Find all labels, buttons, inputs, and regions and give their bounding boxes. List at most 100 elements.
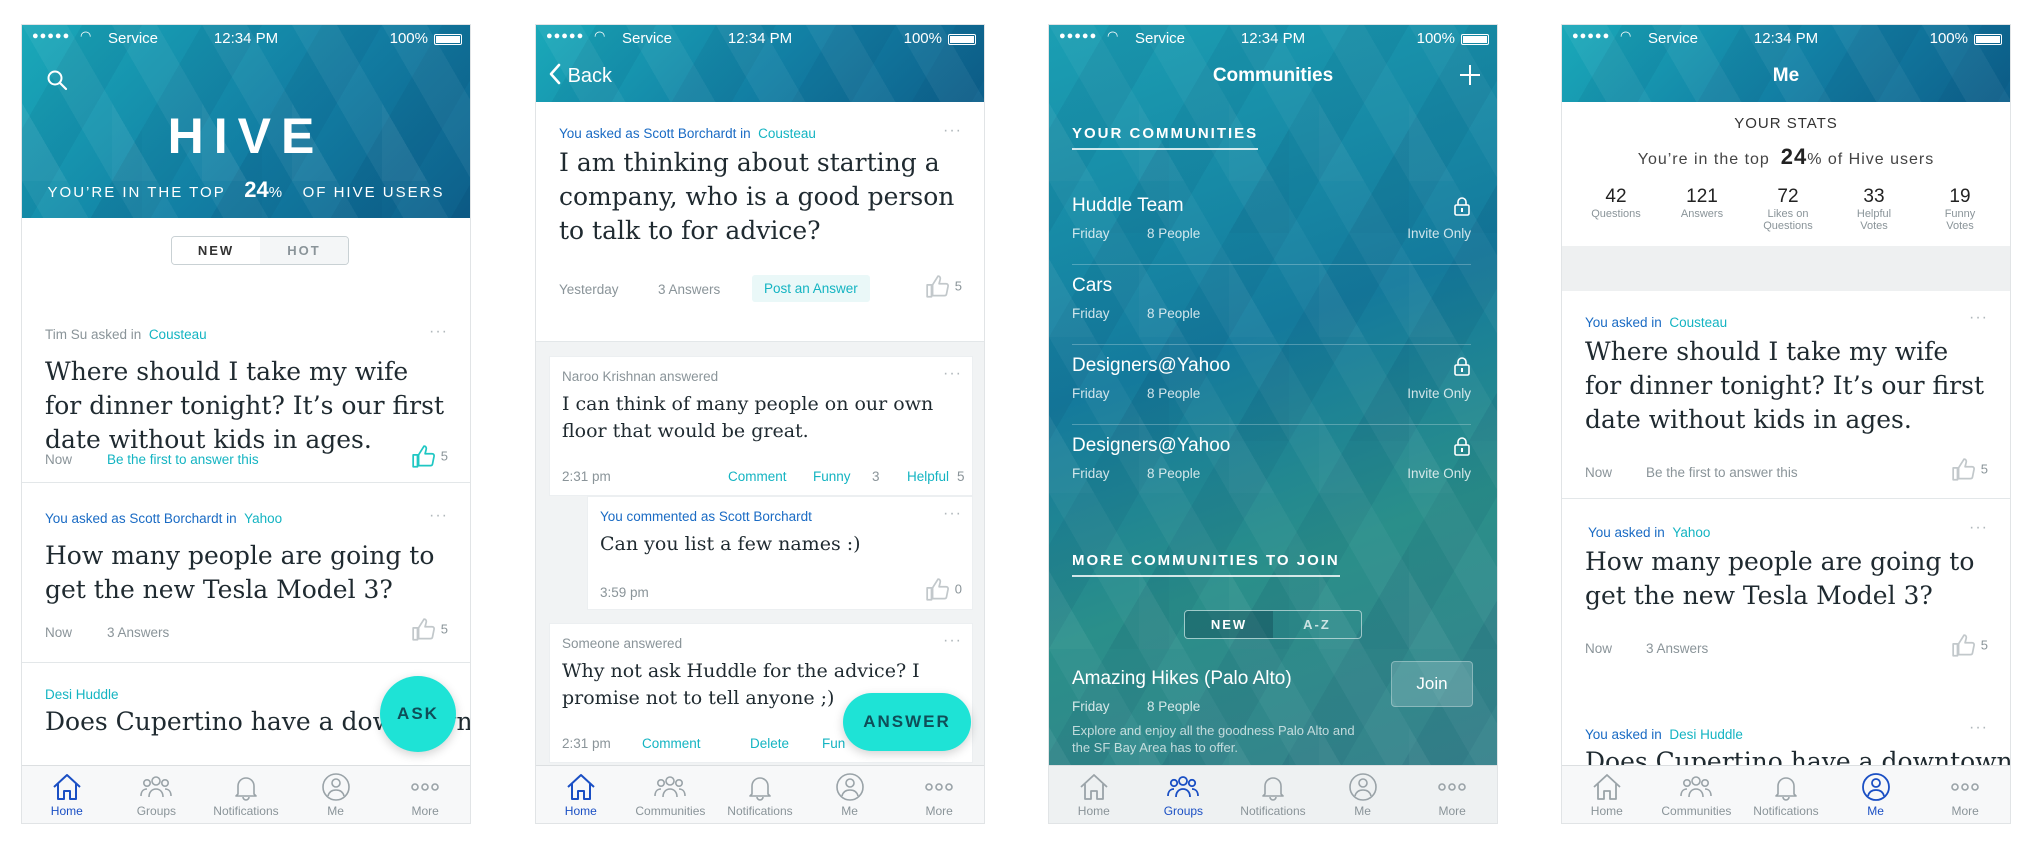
tab-me[interactable]: Me	[291, 766, 381, 823]
home-icon	[567, 774, 595, 800]
tab-home[interactable]: Home	[22, 766, 112, 823]
question-card[interactable]: You asked in Cousteau ··· Where should I…	[1562, 291, 2010, 499]
stat-funny: 19 Funny Votes	[1944, 186, 1976, 232]
like-button[interactable]: 5	[411, 444, 448, 470]
search-icon[interactable]	[46, 69, 68, 91]
stats-heading: YOUR STATS	[1734, 115, 1838, 132]
community-link[interactable]: Yahoo	[244, 511, 282, 526]
community-day: Friday	[1072, 386, 1110, 401]
post-answer-button[interactable]: Post an Answer	[752, 275, 870, 302]
answer-link[interactable]: Be the first to answer this	[107, 452, 259, 467]
helpful-button[interactable]: Helpful	[907, 469, 949, 484]
question-text[interactable]: Where should I take my wife for dinner t…	[1585, 335, 1986, 437]
community-link[interactable]: Yahoo	[1672, 525, 1710, 540]
tab-notifications[interactable]: Notifications	[1228, 766, 1318, 823]
like-button[interactable]: 5	[1951, 457, 1988, 483]
delete-button[interactable]: Delete	[750, 736, 789, 751]
ask-button[interactable]: ASK	[380, 676, 456, 752]
question-text[interactable]: How many people are going to get the new…	[45, 539, 446, 607]
question-header: You asked as Scott Borchardt in Cousteau…	[536, 102, 984, 342]
comment-card: You commented as Scott Borchardt ··· Can…	[587, 496, 973, 610]
tab-communities[interactable]: Communities	[626, 766, 716, 823]
answer-link[interactable]: Be the first to answer this	[1646, 465, 1798, 480]
tab-groups[interactable]: Groups	[1139, 766, 1229, 823]
hive-header: ●●●●● ◠ Service 12:34 PM 100% HIVE YOU’R…	[22, 25, 470, 218]
community-people: 8 People	[1147, 386, 1201, 401]
community-item[interactable]: Cars Friday 8 People	[1072, 265, 1471, 345]
like-button[interactable]: 5	[1951, 633, 1988, 659]
tab-more[interactable]: More	[1407, 766, 1497, 823]
funny-button[interactable]: Funny	[813, 469, 851, 484]
community-link[interactable]: Desi Huddle	[45, 687, 119, 702]
tab-me[interactable]: Me	[1831, 766, 1921, 823]
tab-new[interactable]: NEW	[1185, 611, 1273, 638]
tab-hot[interactable]: HOT	[260, 237, 348, 264]
community-item[interactable]: Huddle Team Friday 8 People Invite Only	[1072, 185, 1471, 265]
more-options-icon[interactable]: ···	[943, 365, 962, 383]
answer-button[interactable]: ANSWER	[843, 693, 971, 751]
more-options-icon[interactable]: ···	[943, 505, 962, 523]
tab-groups[interactable]: Groups	[112, 766, 202, 823]
add-community-button[interactable]	[1459, 57, 1481, 94]
community-link[interactable]: Cousteau	[758, 126, 816, 141]
like-button[interactable]: 5	[925, 274, 962, 300]
comment-button[interactable]: Comment	[728, 469, 787, 484]
rank-value: 24	[1780, 144, 1808, 169]
like-button[interactable]: 0	[925, 577, 962, 603]
more-options-icon[interactable]: ···	[1969, 519, 1988, 537]
question-card[interactable]: You asked as Scott Borchardt in Yahoo ··…	[22, 483, 470, 663]
like-count: 0	[954, 581, 962, 597]
tab-a-z[interactable]: A-Z	[1273, 611, 1361, 638]
more-options-icon[interactable]: ···	[1969, 309, 1988, 327]
tab-new[interactable]: NEW	[172, 237, 260, 264]
more-options-icon[interactable]: ···	[943, 632, 962, 650]
community-name: Designers@Yahoo	[1072, 435, 1231, 456]
tab-home[interactable]: Home	[1049, 766, 1139, 823]
question-detail-screen: ●●●●● ◠ Service 12:34 PM 100% Back You a…	[535, 24, 985, 824]
question-text[interactable]: How many people are going to get the new…	[1585, 545, 1986, 613]
funny-count: 3	[872, 469, 880, 484]
community-link[interactable]: Desi Huddle	[1669, 727, 1743, 742]
more-options-icon[interactable]: ···	[429, 323, 448, 341]
answer-meta: Naroo Krishnan answered	[562, 369, 719, 384]
tab-notifications[interactable]: Notifications	[1741, 766, 1831, 823]
answer-count[interactable]: 3 Answers	[1646, 641, 1708, 656]
like-button[interactable]: 5	[411, 617, 448, 643]
question-meta: You asked in Yahoo	[1588, 525, 1711, 540]
community-link[interactable]: Cousteau	[149, 327, 207, 342]
tab-home[interactable]: Home	[536, 766, 626, 823]
comment-button[interactable]: Comment	[642, 736, 701, 751]
tab-me[interactable]: Me	[1318, 766, 1408, 823]
community-item[interactable]: Designers@Yahoo Friday 8 People Invite O…	[1072, 345, 1471, 425]
join-button[interactable]: Join	[1391, 661, 1473, 707]
tab-notifications[interactable]: Notifications	[201, 766, 291, 823]
more-options-icon[interactable]: ···	[1969, 719, 1988, 737]
question-text[interactable]: Where should I take my wife for dinner t…	[45, 355, 446, 457]
more-options-icon[interactable]: ···	[943, 122, 962, 140]
more-options-icon[interactable]: ···	[429, 507, 448, 525]
tab-notifications[interactable]: Notifications	[715, 766, 805, 823]
more-icon	[1951, 783, 1979, 791]
question-card[interactable]: You asked in Yahoo ··· How many people a…	[1562, 499, 2010, 709]
tab-more[interactable]: More	[1920, 766, 2010, 823]
tab-more[interactable]: More	[894, 766, 984, 823]
answer-count: 3 Answers	[658, 282, 721, 297]
community-item[interactable]: Designers@Yahoo Friday 8 People Invite O…	[1072, 425, 1471, 505]
divider-band	[1562, 246, 2010, 291]
sort-segmented-control: NEW HOT	[171, 236, 349, 265]
community-day: Friday	[1072, 466, 1110, 481]
communities-screen: ●●●●● ◠ Service 12:34 PM 100% Communitie…	[1048, 24, 1498, 824]
question-card[interactable]: Tim Su asked in Cousteau ··· Where shoul…	[22, 295, 470, 483]
tab-more[interactable]: More	[380, 766, 470, 823]
funny-button[interactable]: Fun	[822, 736, 845, 751]
thumbs-up-icon	[926, 275, 949, 298]
like-count: 5	[1980, 637, 1988, 653]
community-link[interactable]: Cousteau	[1669, 315, 1727, 330]
battery-percent: 100%	[903, 30, 942, 47]
tab-home[interactable]: Home	[1562, 766, 1652, 823]
back-button[interactable]: Back	[548, 63, 612, 88]
answer-count[interactable]: 3 Answers	[107, 625, 169, 640]
tab-communities[interactable]: Communities	[1652, 766, 1742, 823]
bell-icon	[1262, 777, 1284, 801]
tab-me[interactable]: Me	[805, 766, 895, 823]
